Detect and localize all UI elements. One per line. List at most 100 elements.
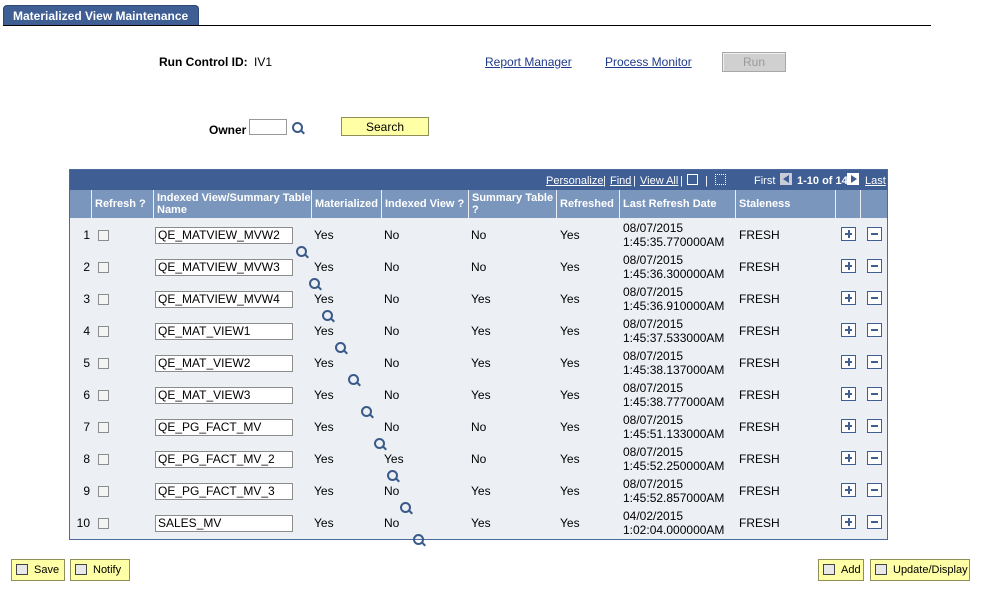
view-name-input[interactable]: QE_MAT_VIEW3	[155, 387, 293, 404]
personalize-link[interactable]: Personalize	[546, 175, 603, 187]
update-display-button[interactable]: Update/Display	[870, 559, 970, 581]
header-add-col	[836, 190, 861, 218]
refresh-checkbox[interactable]	[98, 422, 109, 433]
add-row-icon[interactable]	[841, 291, 856, 305]
refresh-checkbox[interactable]	[98, 518, 109, 529]
view-name-input[interactable]: QE_MATVIEW_MVW2	[155, 227, 293, 244]
row-number: 1	[83, 228, 90, 242]
refresh-checkbox[interactable]	[98, 358, 109, 369]
view-name-lookup-icon[interactable]	[309, 278, 322, 291]
last-refresh-date: 08/07/2015	[623, 253, 684, 267]
add-row-icon[interactable]	[841, 323, 856, 337]
refresh-checkbox[interactable]	[98, 262, 109, 273]
view-name-lookup-icon[interactable]	[400, 502, 413, 515]
add-row-icon[interactable]	[841, 515, 856, 529]
refresh-checkbox[interactable]	[98, 454, 109, 465]
row-number: 2	[83, 260, 90, 274]
view-name-lookup-icon[interactable]	[296, 246, 309, 259]
view-all-link[interactable]: View All	[640, 175, 678, 187]
add-row-icon[interactable]	[841, 419, 856, 433]
last-refresh-time: 1:45:51.133000AM	[623, 427, 725, 441]
delete-row-icon[interactable]	[867, 323, 882, 337]
indexed-view-value: No	[384, 292, 400, 306]
nav-separator: |	[603, 175, 606, 187]
save-button[interactable]: Save	[11, 559, 65, 581]
header-refreshed: Refreshed	[557, 190, 620, 218]
last-refresh-date: 08/07/2015	[623, 221, 684, 235]
last-refresh-date: 08/07/2015	[623, 413, 684, 427]
refresh-checkbox[interactable]	[98, 326, 109, 337]
view-name-input[interactable]: QE_PG_FACT_MV	[155, 419, 293, 436]
view-name-lookup-icon[interactable]	[387, 470, 400, 483]
view-name-input[interactable]: QE_MATVIEW_MVW4	[155, 291, 293, 308]
refreshed-value: Yes	[560, 452, 580, 466]
delete-row-icon[interactable]	[867, 515, 882, 529]
find-link[interactable]: Find	[610, 175, 631, 187]
delete-row-icon[interactable]	[867, 355, 882, 369]
view-name-lookup-icon[interactable]	[348, 374, 361, 387]
staleness-value: FRESH	[739, 420, 780, 434]
run-control-value: IV1	[254, 55, 273, 69]
delete-row-icon[interactable]	[867, 227, 882, 241]
add-button[interactable]: Add	[818, 559, 864, 581]
view-name-lookup-icon[interactable]	[322, 310, 335, 323]
delete-row-icon[interactable]	[867, 387, 882, 401]
add-row-icon[interactable]	[841, 451, 856, 465]
previous-arrow-icon[interactable]	[780, 173, 792, 185]
last-link[interactable]: Last	[865, 175, 886, 187]
last-refresh-date: 08/07/2015	[623, 445, 684, 459]
view-name-input[interactable]: QE_MATVIEW_MVW3	[155, 259, 293, 276]
last-refresh-date: 08/07/2015	[623, 477, 684, 491]
report-manager-link[interactable]: Report Manager	[485, 55, 572, 69]
update-display-icon	[875, 564, 887, 575]
summary-table-value: No	[471, 260, 487, 274]
add-row-icon[interactable]	[841, 227, 856, 241]
notify-button[interactable]: Notify	[70, 559, 130, 581]
next-arrow-icon[interactable]	[847, 173, 859, 185]
row-number: 10	[76, 516, 90, 530]
summary-table-value: Yes	[471, 484, 491, 498]
view-name-input[interactable]: QE_MAT_VIEW2	[155, 355, 293, 372]
page-tab[interactable]: Materialized View Maintenance	[3, 5, 199, 26]
last-refresh-date: 04/02/2015	[623, 509, 684, 523]
add-row-icon[interactable]	[841, 259, 856, 273]
view-name-lookup-icon[interactable]	[374, 438, 387, 451]
add-row-icon[interactable]	[841, 483, 856, 497]
view-name-input[interactable]: QE_PG_FACT_MV_2	[155, 451, 293, 468]
last-refresh-time: 1:45:52.857000AM	[623, 491, 725, 505]
view-name-lookup-icon[interactable]	[413, 534, 426, 547]
summary-table-value: Yes	[471, 292, 491, 306]
process-monitor-link[interactable]: Process Monitor	[605, 55, 692, 69]
row-number: 9	[83, 484, 90, 498]
refresh-checkbox[interactable]	[98, 230, 109, 241]
refresh-checkbox[interactable]	[98, 486, 109, 497]
header-summary-table: Summary Table ?	[469, 190, 557, 218]
view-name-input[interactable]: QE_MAT_VIEW1	[155, 323, 293, 340]
delete-row-icon[interactable]	[867, 259, 882, 273]
staleness-value: FRESH	[739, 324, 780, 338]
summary-table-value: Yes	[471, 388, 491, 402]
search-button[interactable]: Search	[341, 117, 429, 136]
refreshed-value: Yes	[560, 228, 580, 242]
download-grid-icon[interactable]	[715, 174, 726, 185]
view-name-lookup-icon[interactable]	[361, 406, 374, 419]
refresh-checkbox[interactable]	[98, 294, 109, 305]
delete-row-icon[interactable]	[867, 291, 882, 305]
owner-lookup-icon[interactable]	[292, 122, 305, 135]
delete-row-icon[interactable]	[867, 483, 882, 497]
zoom-grid-icon[interactable]	[687, 174, 698, 185]
view-name-input[interactable]: SALES_MV	[155, 515, 293, 532]
view-name-input[interactable]: QE_PG_FACT_MV_3	[155, 483, 293, 500]
summary-table-value: No	[471, 452, 487, 466]
save-button-label: Save	[34, 564, 60, 576]
run-button[interactable]: Run	[722, 52, 786, 72]
owner-input[interactable]	[249, 119, 287, 135]
add-row-icon[interactable]	[841, 387, 856, 401]
indexed-view-value: No	[384, 260, 400, 274]
refreshed-value: Yes	[560, 356, 580, 370]
delete-row-icon[interactable]	[867, 451, 882, 465]
refresh-checkbox[interactable]	[98, 390, 109, 401]
add-row-icon[interactable]	[841, 355, 856, 369]
delete-row-icon[interactable]	[867, 419, 882, 433]
view-name-lookup-icon[interactable]	[335, 342, 348, 355]
